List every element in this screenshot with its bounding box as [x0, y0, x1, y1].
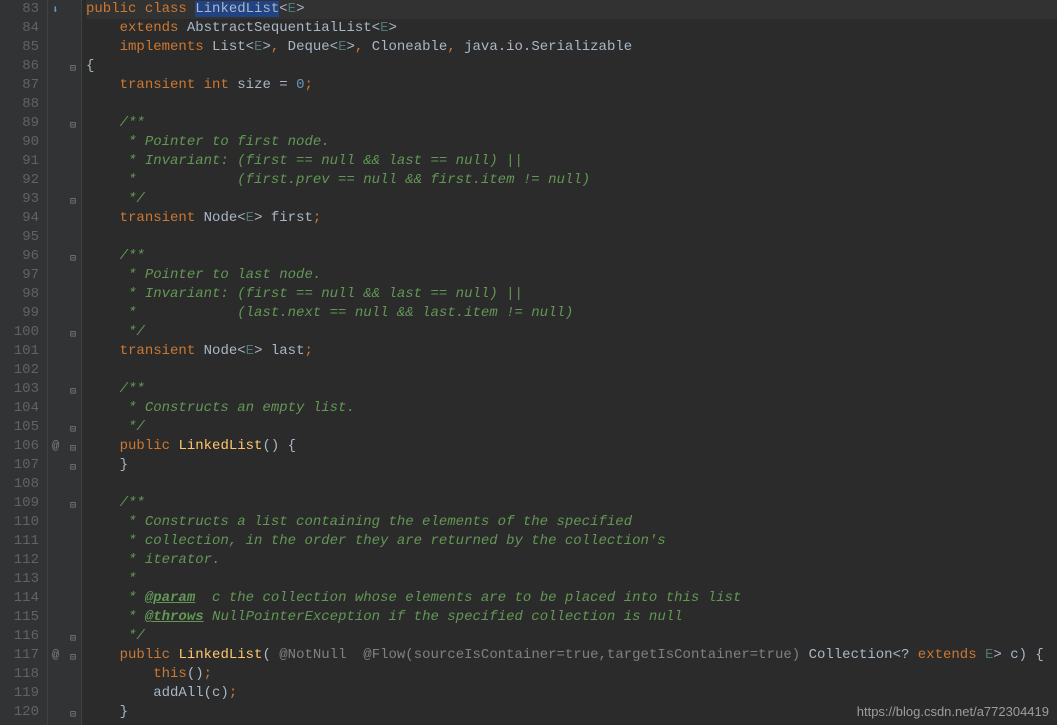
code-line[interactable]: implements List<E>, Deque<E>, Cloneable,… [86, 38, 1057, 57]
annotation-gutter: ⬇ @ @ [48, 0, 68, 725]
usage-icon[interactable]: ⬇ [52, 2, 59, 21]
fold-open-icon[interactable]: ⊟ [70, 649, 76, 668]
line-number: 110 [5, 513, 39, 532]
fold-open-icon[interactable]: ⊟ [70, 117, 76, 136]
code-line[interactable]: * collection, in the order they are retu… [86, 532, 1057, 551]
line-number: 118 [5, 665, 39, 684]
watermark: https://blog.csdn.net/a772304419 [857, 702, 1049, 721]
line-number: 106 [5, 437, 39, 456]
fold-close-icon[interactable]: ⊟ [70, 459, 76, 478]
code-line[interactable]: * @throws NullPointerException if the sp… [86, 608, 1057, 627]
line-number: 113 [5, 570, 39, 589]
line-number: 116 [5, 627, 39, 646]
code-line[interactable]: */ [86, 323, 1057, 342]
line-number: 105 [5, 418, 39, 437]
fold-open-icon[interactable]: ⊟ [70, 497, 76, 516]
code-line[interactable]: this(); [86, 665, 1057, 684]
code-line[interactable]: * Invariant: (first == null && last == n… [86, 152, 1057, 171]
code-line[interactable]: * Pointer to last node. [86, 266, 1057, 285]
line-number: 101 [5, 342, 39, 361]
code-line[interactable]: * iterator. [86, 551, 1057, 570]
code-line[interactable] [86, 228, 1057, 247]
fold-gutter: ⊟⊟⊟⊟⊟⊟⊟⊟⊟⊟⊟⊟⊟ [68, 0, 82, 725]
fold-close-icon[interactable]: ⊟ [70, 630, 76, 649]
code-line[interactable]: /** [86, 494, 1057, 513]
code-line[interactable]: /** [86, 380, 1057, 399]
line-number: 90 [5, 133, 39, 152]
code-line[interactable] [86, 475, 1057, 494]
line-number: 89 [5, 114, 39, 133]
code-editor[interactable]: 8384858687888990919293949596979899100101… [0, 0, 1057, 725]
line-number: 88 [5, 95, 39, 114]
code-line[interactable] [86, 361, 1057, 380]
line-number: 86 [5, 57, 39, 76]
code-line[interactable]: public LinkedList( @NotNull @Flow(source… [86, 646, 1057, 665]
override-annotation-icon[interactable]: @ [52, 646, 59, 665]
line-number: 92 [5, 171, 39, 190]
code-line[interactable]: extends AbstractSequentialList<E> [86, 19, 1057, 38]
code-line[interactable]: */ [86, 190, 1057, 209]
code-line[interactable]: public class LinkedList<E> [86, 0, 1057, 19]
line-number: 107 [5, 456, 39, 475]
fold-open-icon[interactable]: ⊟ [70, 60, 76, 79]
fold-close-icon[interactable]: ⊟ [70, 326, 76, 345]
line-number: 97 [5, 266, 39, 285]
line-number: 93 [5, 190, 39, 209]
code-line[interactable]: } [86, 456, 1057, 475]
code-line[interactable]: /** [86, 114, 1057, 133]
code-content[interactable]: public class LinkedList<E> extends Abstr… [82, 0, 1057, 725]
fold-open-icon[interactable]: ⊟ [70, 250, 76, 269]
line-number-gutter: 8384858687888990919293949596979899100101… [0, 0, 48, 725]
code-line[interactable]: */ [86, 627, 1057, 646]
line-number: 103 [5, 380, 39, 399]
code-line[interactable]: * @param c the collection whose elements… [86, 589, 1057, 608]
fold-open-icon[interactable]: ⊟ [70, 440, 76, 459]
line-number: 83 [5, 0, 39, 19]
line-number: 94 [5, 209, 39, 228]
line-number: 96 [5, 247, 39, 266]
code-line[interactable]: * Constructs an empty list. [86, 399, 1057, 418]
line-number: 117 [5, 646, 39, 665]
line-number: 84 [5, 19, 39, 38]
line-number: 99 [5, 304, 39, 323]
line-number: 112 [5, 551, 39, 570]
code-line[interactable]: transient int size = 0; [86, 76, 1057, 95]
line-number: 87 [5, 76, 39, 95]
code-line[interactable] [86, 95, 1057, 114]
fold-close-icon[interactable]: ⊟ [70, 421, 76, 440]
line-number: 91 [5, 152, 39, 171]
code-line[interactable]: addAll(c); [86, 684, 1057, 703]
fold-close-icon[interactable]: ⊟ [70, 706, 76, 725]
code-line[interactable]: { [86, 57, 1057, 76]
code-line[interactable]: transient Node<E> first; [86, 209, 1057, 228]
line-number: 119 [5, 684, 39, 703]
code-line[interactable]: */ [86, 418, 1057, 437]
line-number: 98 [5, 285, 39, 304]
line-number: 111 [5, 532, 39, 551]
line-number: 109 [5, 494, 39, 513]
line-number: 95 [5, 228, 39, 247]
code-line[interactable]: * Pointer to first node. [86, 133, 1057, 152]
line-number: 102 [5, 361, 39, 380]
line-number: 104 [5, 399, 39, 418]
code-line[interactable]: * Constructs a list containing the eleme… [86, 513, 1057, 532]
code-line[interactable]: * Invariant: (first == null && last == n… [86, 285, 1057, 304]
line-number: 108 [5, 475, 39, 494]
fold-close-icon[interactable]: ⊟ [70, 193, 76, 212]
code-line[interactable]: transient Node<E> last; [86, 342, 1057, 361]
line-number: 115 [5, 608, 39, 627]
line-number: 100 [5, 323, 39, 342]
code-line[interactable]: * (last.next == null && last.item != nul… [86, 304, 1057, 323]
code-line[interactable]: * [86, 570, 1057, 589]
code-line[interactable]: /** [86, 247, 1057, 266]
override-annotation-icon[interactable]: @ [52, 437, 59, 456]
code-line[interactable]: * (first.prev == null && first.item != n… [86, 171, 1057, 190]
code-line[interactable]: public LinkedList() { [86, 437, 1057, 456]
line-number: 114 [5, 589, 39, 608]
line-number: 85 [5, 38, 39, 57]
line-number: 120 [5, 703, 39, 722]
fold-open-icon[interactable]: ⊟ [70, 383, 76, 402]
